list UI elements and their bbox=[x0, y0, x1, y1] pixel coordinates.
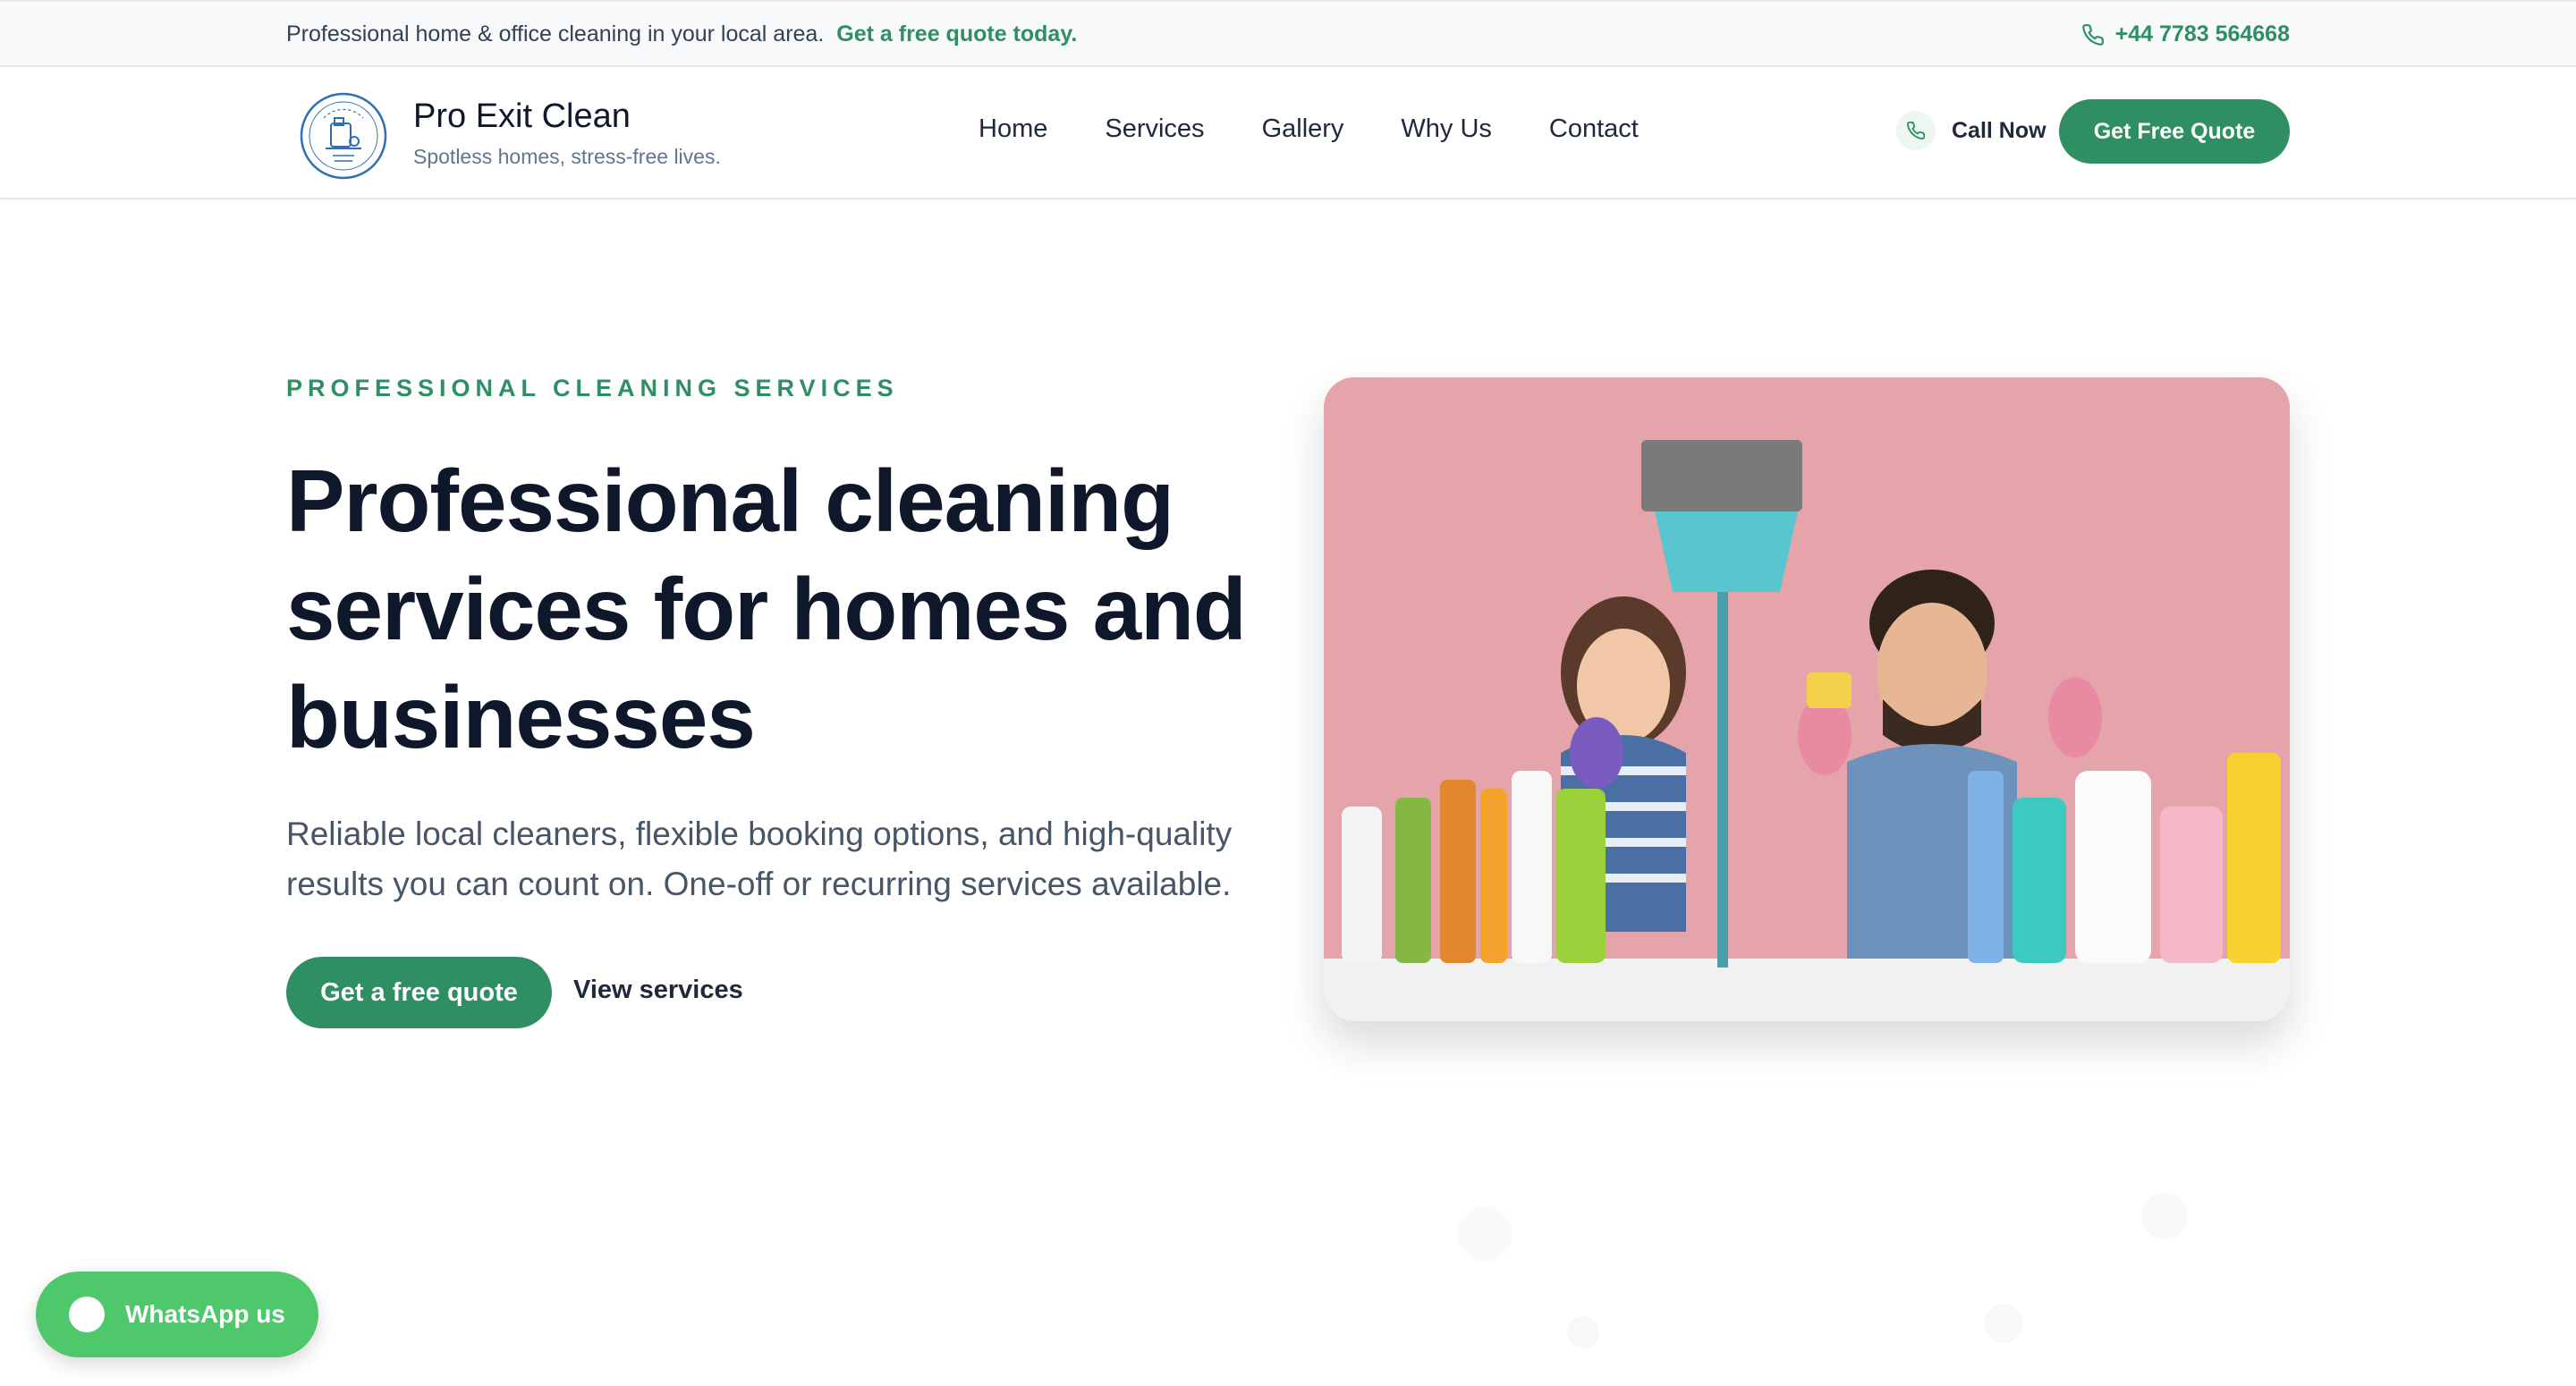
call-now-label: Call Now bbox=[1952, 117, 2046, 143]
get-a-free-quote-button[interactable]: Get a free quote bbox=[286, 957, 552, 1028]
get-free-quote-button[interactable]: Get Free Quote bbox=[2059, 99, 2290, 164]
background-decoration bbox=[1458, 1193, 2188, 1348]
top-phone-link[interactable]: +44 7783 564668 bbox=[2081, 21, 2290, 47]
hero-subtext: Reliable local cleaners, flexible bookin… bbox=[286, 816, 1233, 902]
top-info-bar: Professional home & office cleaning in y… bbox=[0, 0, 2576, 67]
site-header: Pro Exit Clean Spotless homes, stress-fr… bbox=[0, 67, 2576, 199]
top-phone-number: +44 7783 564668 bbox=[2114, 21, 2290, 46]
nav-services[interactable]: Services bbox=[1105, 114, 1204, 144]
nav-contact[interactable]: Contact bbox=[1549, 114, 1639, 144]
brand-name[interactable]: Pro Exit Clean bbox=[413, 97, 631, 136]
call-now-button[interactable]: Call Now bbox=[1896, 111, 2046, 150]
whatsapp-label: WhatsApp us bbox=[125, 1300, 285, 1328]
nav-why-us[interactable]: Why Us bbox=[1401, 114, 1492, 144]
main-nav: Home Services Gallery Why Us Contact bbox=[979, 114, 1639, 144]
hero-eyebrow: PROFESSIONAL CLEANING SERVICES bbox=[286, 375, 899, 401]
top-message: Professional home & office cleaning in y… bbox=[286, 21, 1077, 47]
top-message-text: Professional home & office cleaning in y… bbox=[286, 21, 825, 46]
whatsapp-button[interactable]: WhatsApp us bbox=[36, 1272, 318, 1357]
hero-image bbox=[1324, 377, 2290, 1021]
phone-icon bbox=[1896, 111, 1936, 150]
view-services-link[interactable]: View services bbox=[573, 976, 743, 1005]
whatsapp-icon bbox=[69, 1297, 105, 1332]
hero-headline: Professional cleaning services for homes… bbox=[286, 452, 1247, 766]
brand-tagline: Spotless homes, stress-free lives. bbox=[413, 145, 721, 168]
nav-home[interactable]: Home bbox=[979, 114, 1047, 144]
phone-icon bbox=[2081, 23, 2104, 46]
top-quote-link[interactable]: Get a free quote today. bbox=[836, 21, 1077, 46]
logo-icon[interactable] bbox=[299, 91, 388, 181]
hero-photo-illustration bbox=[1324, 377, 2290, 1021]
nav-gallery[interactable]: Gallery bbox=[1262, 114, 1344, 144]
